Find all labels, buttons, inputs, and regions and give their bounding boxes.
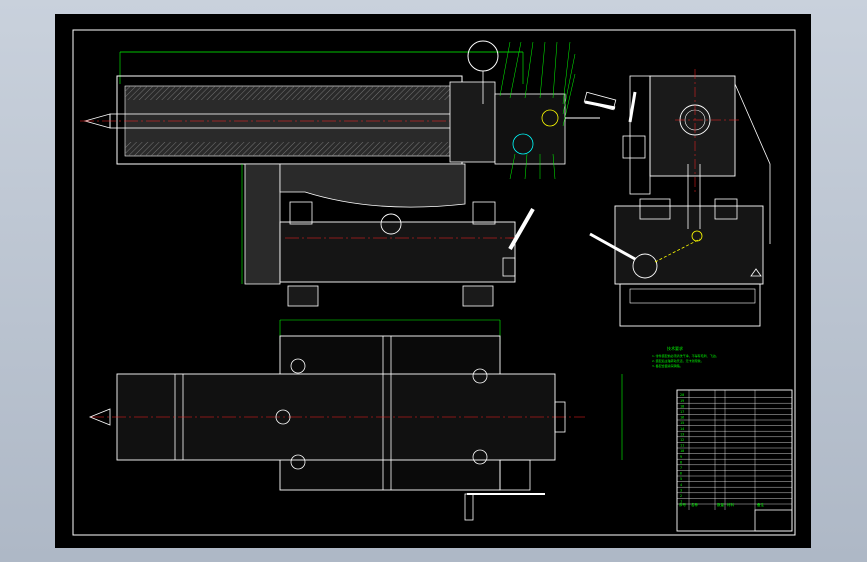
table-row-index: 8 — [680, 460, 682, 464]
table-header-cell: 备注 — [757, 502, 765, 507]
parts-table: 2019181716151413121110987654321序号 名称 数量 材料备… — [676, 389, 793, 532]
tech-notes-line-2: 2.装配后主轴转动灵活，无卡滞现象。 — [652, 358, 704, 363]
table-header-cell: 数量 — [717, 502, 725, 507]
side-view — [584, 69, 771, 327]
table-row-index: 17 — [680, 410, 684, 414]
table-row-index: 6 — [680, 472, 682, 476]
table-row-index: 13 — [680, 432, 684, 436]
table-row-index: 19 — [680, 399, 684, 403]
tech-notes-line-1: 1.零件装配前必须清洗干净，不得有毛刺、飞边。 — [652, 353, 719, 358]
table-row-index: 15 — [680, 421, 684, 425]
table-header-cell: 序号 — [679, 502, 687, 507]
table-row-index: 18 — [680, 404, 684, 408]
cad-viewport[interactable]: 技术要求 1.零件装配前必须清洗干净，不得有毛刺、飞边。 2.装配后主轴转动灵活… — [55, 14, 811, 548]
table-row-index: 10 — [680, 449, 684, 453]
table-row-index: 11 — [680, 444, 684, 448]
table-row-index: 14 — [680, 427, 684, 431]
tech-notes: 技术要求 1.零件装配前必须清洗干净，不得有毛刺、飞边。 2.装配后主轴转动灵活… — [652, 345, 719, 368]
table-row-index: 4 — [680, 483, 682, 487]
tech-notes-title: 技术要求 — [667, 345, 683, 351]
table-row-index: 16 — [680, 416, 684, 420]
table-row-index: 3 — [680, 488, 682, 492]
table-row-index: 5 — [680, 477, 682, 481]
table-row-index: 9 — [680, 455, 682, 459]
table-row-index: 12 — [680, 438, 684, 442]
table-row-index: 2 — [680, 494, 682, 498]
plan-view — [88, 319, 623, 521]
table-header-cell: 材料 — [727, 502, 735, 507]
table-header-cell: 名称 — [691, 502, 699, 507]
table-row-index: 7 — [680, 466, 682, 470]
table-row-index: 20 — [680, 393, 684, 397]
assembly-drawing: 技术要求 1.零件装配前必须清洗干净，不得有毛刺、飞边。 2.装配后主轴转动灵活… — [72, 29, 796, 536]
front-section-view — [80, 40, 617, 307]
tech-notes-line-3: 3.各配合面涂润滑脂。 — [652, 363, 683, 368]
